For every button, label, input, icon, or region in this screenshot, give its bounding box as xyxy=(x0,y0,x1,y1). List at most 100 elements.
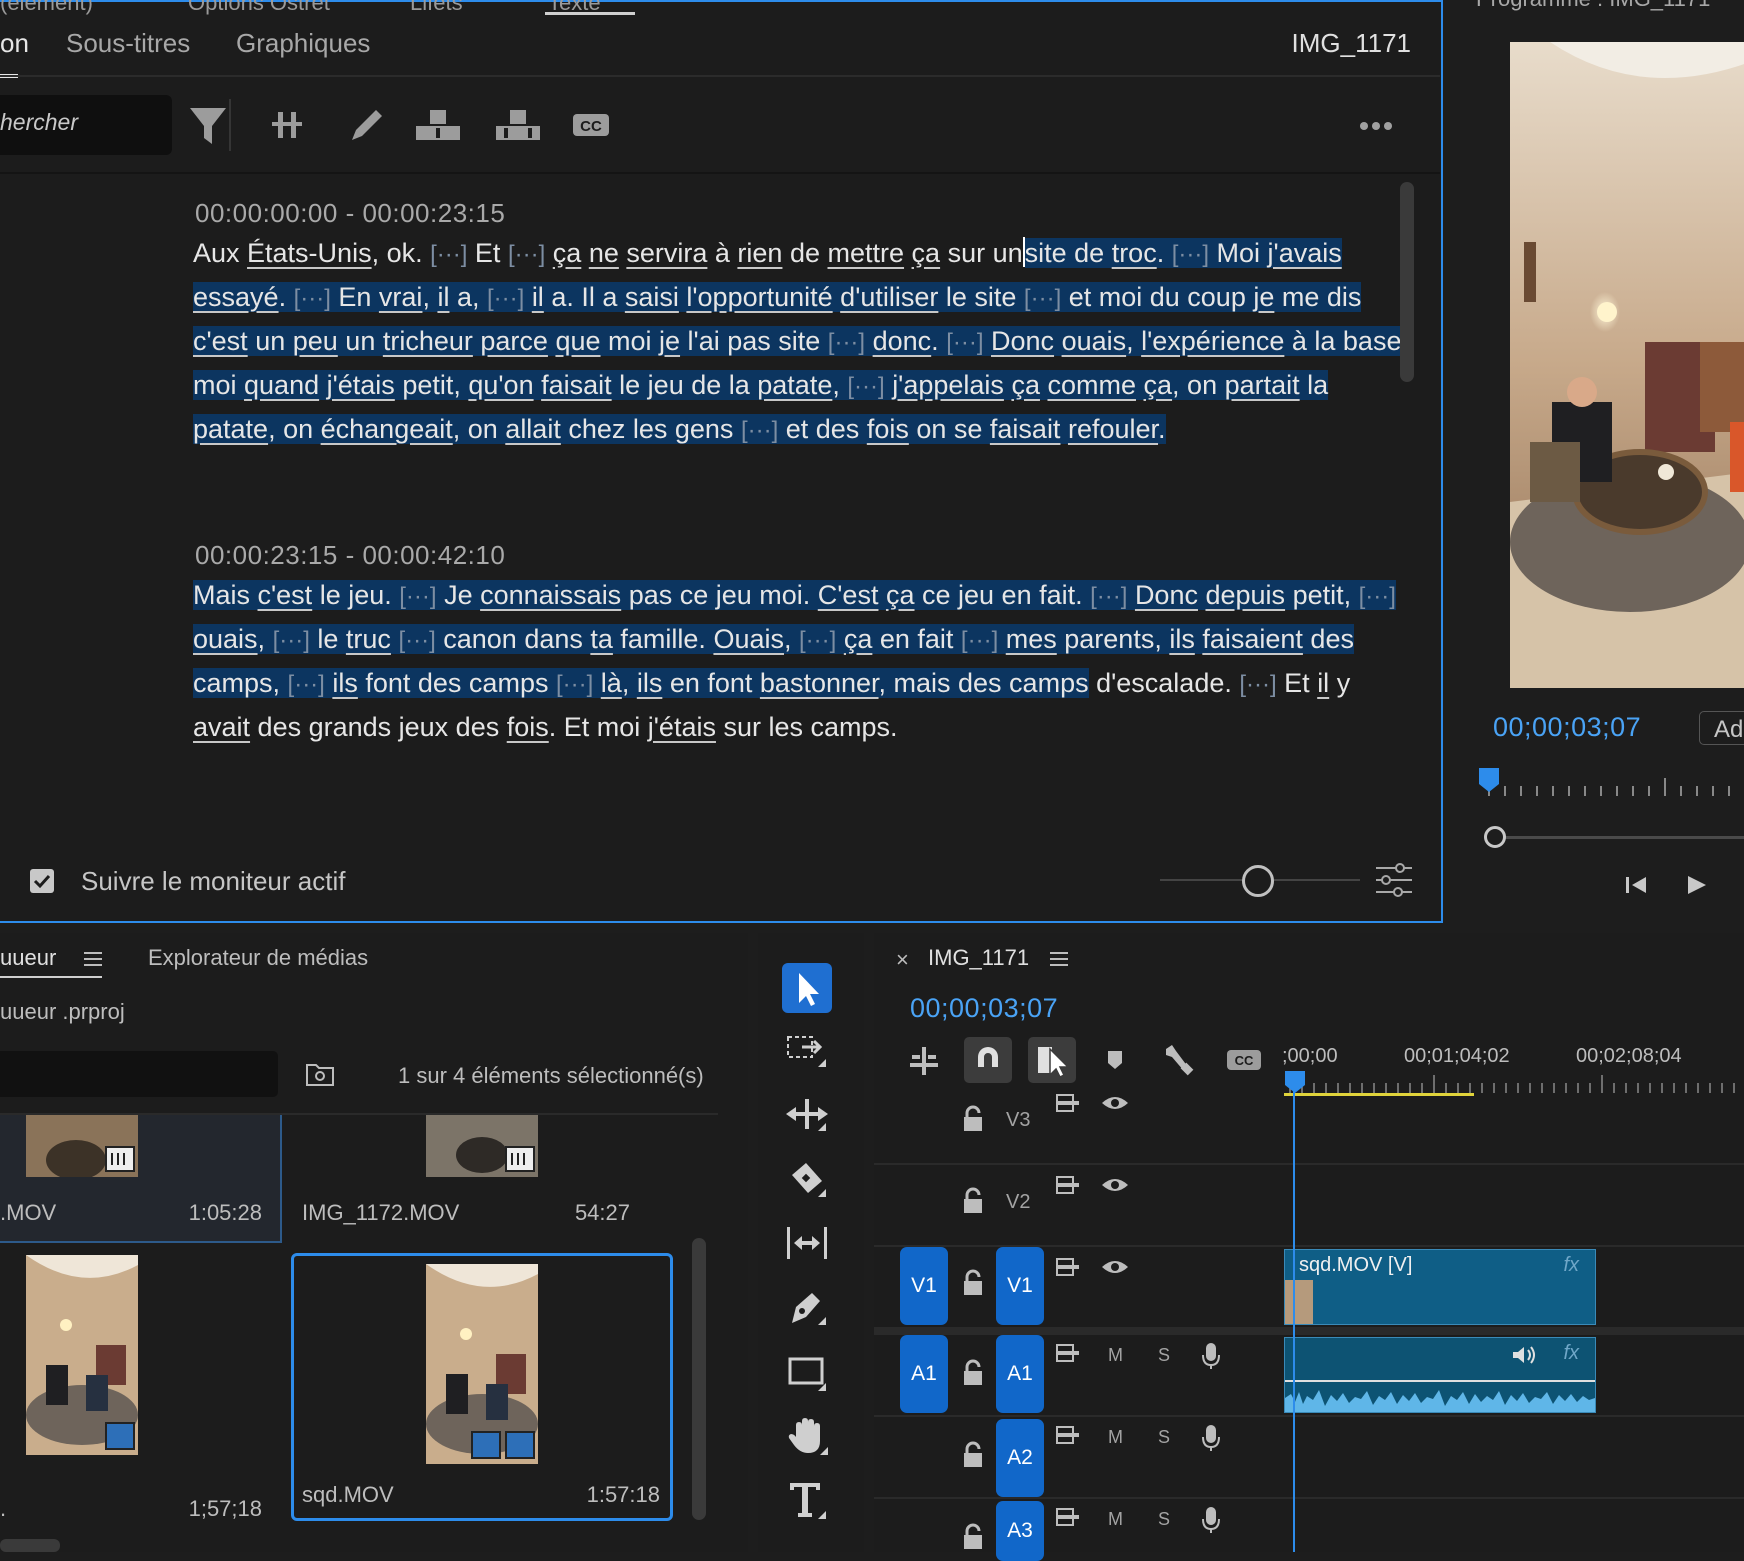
playhead-line[interactable] xyxy=(1293,1091,1295,1552)
v1-sync-lock-icon[interactable] xyxy=(1054,1255,1082,1279)
tab-transcription[interactable]: on xyxy=(0,28,29,59)
wrench-icon[interactable] xyxy=(1160,1041,1196,1077)
segment-2-text[interactable]: Mais c'est le jeu. [···] Je connaissais … xyxy=(193,574,1413,748)
a1-target-button[interactable]: A1 xyxy=(996,1335,1044,1413)
project-item-1[interactable]: .MOV 1:05:28 xyxy=(0,1115,282,1243)
a1-sync-lock-icon[interactable] xyxy=(1054,1341,1082,1365)
insert-icon[interactable] xyxy=(414,100,462,150)
tab-graphics[interactable]: Graphiques xyxy=(236,28,370,59)
a1-mute-button[interactable]: M xyxy=(1108,1345,1123,1366)
timeline-ruler[interactable] xyxy=(1284,1073,1744,1097)
transcript-scrollbar[interactable] xyxy=(1400,182,1414,382)
program-zoom-bar[interactable] xyxy=(1490,836,1744,839)
filter-icon[interactable] xyxy=(184,100,232,150)
project-item-4[interactable]: sqd.MOV 1:57:18 xyxy=(291,1253,673,1521)
audio-clip-volume-line[interactable] xyxy=(1285,1380,1595,1382)
program-video-frame[interactable] xyxy=(1510,42,1744,688)
timeline-close-icon[interactable]: × xyxy=(896,947,909,973)
a3-mute-button[interactable]: M xyxy=(1108,1509,1123,1530)
v1-eye-icon[interactable] xyxy=(1100,1257,1130,1277)
a1-source-button[interactable]: A1 xyxy=(900,1335,948,1413)
project-zoom-bar[interactable] xyxy=(0,1539,60,1552)
hand-tool-icon[interactable] xyxy=(782,1411,832,1461)
v2-sync-lock-icon[interactable] xyxy=(1054,1173,1082,1197)
a2-sync-lock-icon[interactable] xyxy=(1054,1423,1082,1447)
rectangle-tool-icon[interactable] xyxy=(782,1347,832,1397)
v1-target-button[interactable]: V1 xyxy=(996,1247,1044,1325)
a3-target-button[interactable]: A3 xyxy=(996,1501,1044,1561)
project-search-input[interactable] xyxy=(0,1051,278,1097)
a3-sync-lock-icon[interactable] xyxy=(1054,1505,1082,1529)
v3-sync-lock-icon[interactable] xyxy=(1054,1091,1082,1115)
pen-tool-icon[interactable] xyxy=(782,1283,832,1333)
a2-voiceover-icon[interactable] xyxy=(1200,1423,1222,1453)
top-tab-effect-options[interactable]: Options Ostret xyxy=(188,0,330,16)
top-tab-effects[interactable]: Lifets xyxy=(410,0,463,16)
type-tool-icon[interactable] xyxy=(782,1475,832,1525)
razor-tool-icon[interactable] xyxy=(782,1155,832,1205)
follow-monitor-checkbox[interactable] xyxy=(30,869,54,893)
v3-target-label[interactable]: V3 xyxy=(1006,1109,1030,1132)
track-select-tool-icon[interactable] xyxy=(782,1027,832,1077)
top-tab-element[interactable]: (élément) xyxy=(0,0,93,16)
tab-subtitles[interactable]: Sous-titres xyxy=(66,28,190,59)
play-icon[interactable] xyxy=(1679,868,1713,902)
playhead-handle[interactable] xyxy=(1285,1071,1305,1093)
a3-solo-button[interactable]: S xyxy=(1158,1509,1170,1530)
project-menu-icon[interactable] xyxy=(84,951,104,967)
a2-lock-icon[interactable] xyxy=(960,1441,986,1471)
cc-icon[interactable]: CC xyxy=(568,100,616,150)
a2-target-button[interactable]: A2 xyxy=(996,1419,1044,1497)
a3-lock-icon[interactable] xyxy=(960,1523,986,1553)
more-icon[interactable] xyxy=(1352,100,1400,150)
video-clip[interactable]: sqd.MOV [V] fx xyxy=(1284,1249,1596,1325)
overwrite-icon[interactable] xyxy=(494,100,542,150)
v2-eye-icon[interactable] xyxy=(1100,1175,1130,1195)
program-timecode[interactable]: 00;00;03;07 xyxy=(1493,712,1641,743)
selection-tool-icon[interactable] xyxy=(782,963,832,1013)
audio-clip[interactable]: fx xyxy=(1284,1337,1596,1413)
timeline-cc-icon[interactable]: CC xyxy=(1224,1043,1264,1077)
a3-voiceover-icon[interactable] xyxy=(1200,1505,1222,1535)
timeline-menu-icon[interactable] xyxy=(1050,951,1070,967)
fit-dropdown[interactable]: Ad xyxy=(1699,711,1744,745)
a2-solo-button[interactable]: S xyxy=(1158,1427,1170,1448)
search-input[interactable]: hercher xyxy=(0,95,172,155)
slip-tool-icon[interactable] xyxy=(782,1219,832,1269)
segment-1-selected: site de troc. [···] Moi j'avais essayé. … xyxy=(193,238,1409,444)
v3-lock-icon[interactable] xyxy=(960,1105,986,1135)
step-back-icon[interactable] xyxy=(1620,868,1654,902)
tab-media-browser[interactable]: Explorateur de médias xyxy=(148,945,368,971)
a1-lock-icon[interactable] xyxy=(960,1359,986,1389)
v2-lock-icon[interactable] xyxy=(960,1187,986,1217)
edit-pencil-icon[interactable] xyxy=(342,100,390,150)
project-item-3[interactable]: . 1;57;18 xyxy=(0,1251,280,1521)
a1-solo-button[interactable]: S xyxy=(1158,1345,1170,1366)
linked-selection-icon[interactable] xyxy=(1028,1037,1076,1083)
new-bin-search-icon[interactable] xyxy=(304,1059,336,1089)
v1-source-button[interactable]: V1 xyxy=(900,1247,948,1325)
program-zoom-handle[interactable] xyxy=(1484,826,1506,848)
program-monitor-title[interactable]: Programme : IMG_1171 xyxy=(1476,0,1710,12)
a2-mute-button[interactable]: M xyxy=(1108,1427,1123,1448)
tab-project[interactable]: uueur xyxy=(0,945,56,971)
ripple-edit-tool-icon[interactable] xyxy=(782,1091,832,1141)
program-ruler[interactable] xyxy=(1479,768,1744,798)
segment-1-text[interactable]: Aux États-Unis, ok. [···] Et [···] ça ne… xyxy=(193,232,1413,452)
v2-target-label[interactable]: V2 xyxy=(1006,1191,1030,1214)
snap-icon[interactable] xyxy=(964,1037,1012,1083)
insert-nest-icon[interactable] xyxy=(906,1043,942,1079)
project-item-2[interactable]: IMG_1172.MOV 54:27 xyxy=(290,1115,680,1241)
zoom-slider-handle[interactable] xyxy=(1242,865,1274,897)
add-marker-icon[interactable] xyxy=(1100,1045,1130,1075)
video-clip-thumbnail xyxy=(1285,1280,1313,1324)
v1-lock-icon[interactable] xyxy=(960,1269,986,1299)
a1-voiceover-icon[interactable] xyxy=(1200,1341,1222,1371)
settings-sliders-icon[interactable] xyxy=(1372,860,1416,900)
v3-eye-icon[interactable] xyxy=(1100,1093,1130,1113)
timeline-sequence-tab[interactable]: IMG_1171 xyxy=(928,945,1029,971)
timeline-timecode[interactable]: 00;00;03;07 xyxy=(910,993,1058,1024)
top-tab-active-indicator xyxy=(545,12,635,15)
split-icon[interactable] xyxy=(264,100,312,150)
project-scrollbar[interactable] xyxy=(692,1238,706,1520)
